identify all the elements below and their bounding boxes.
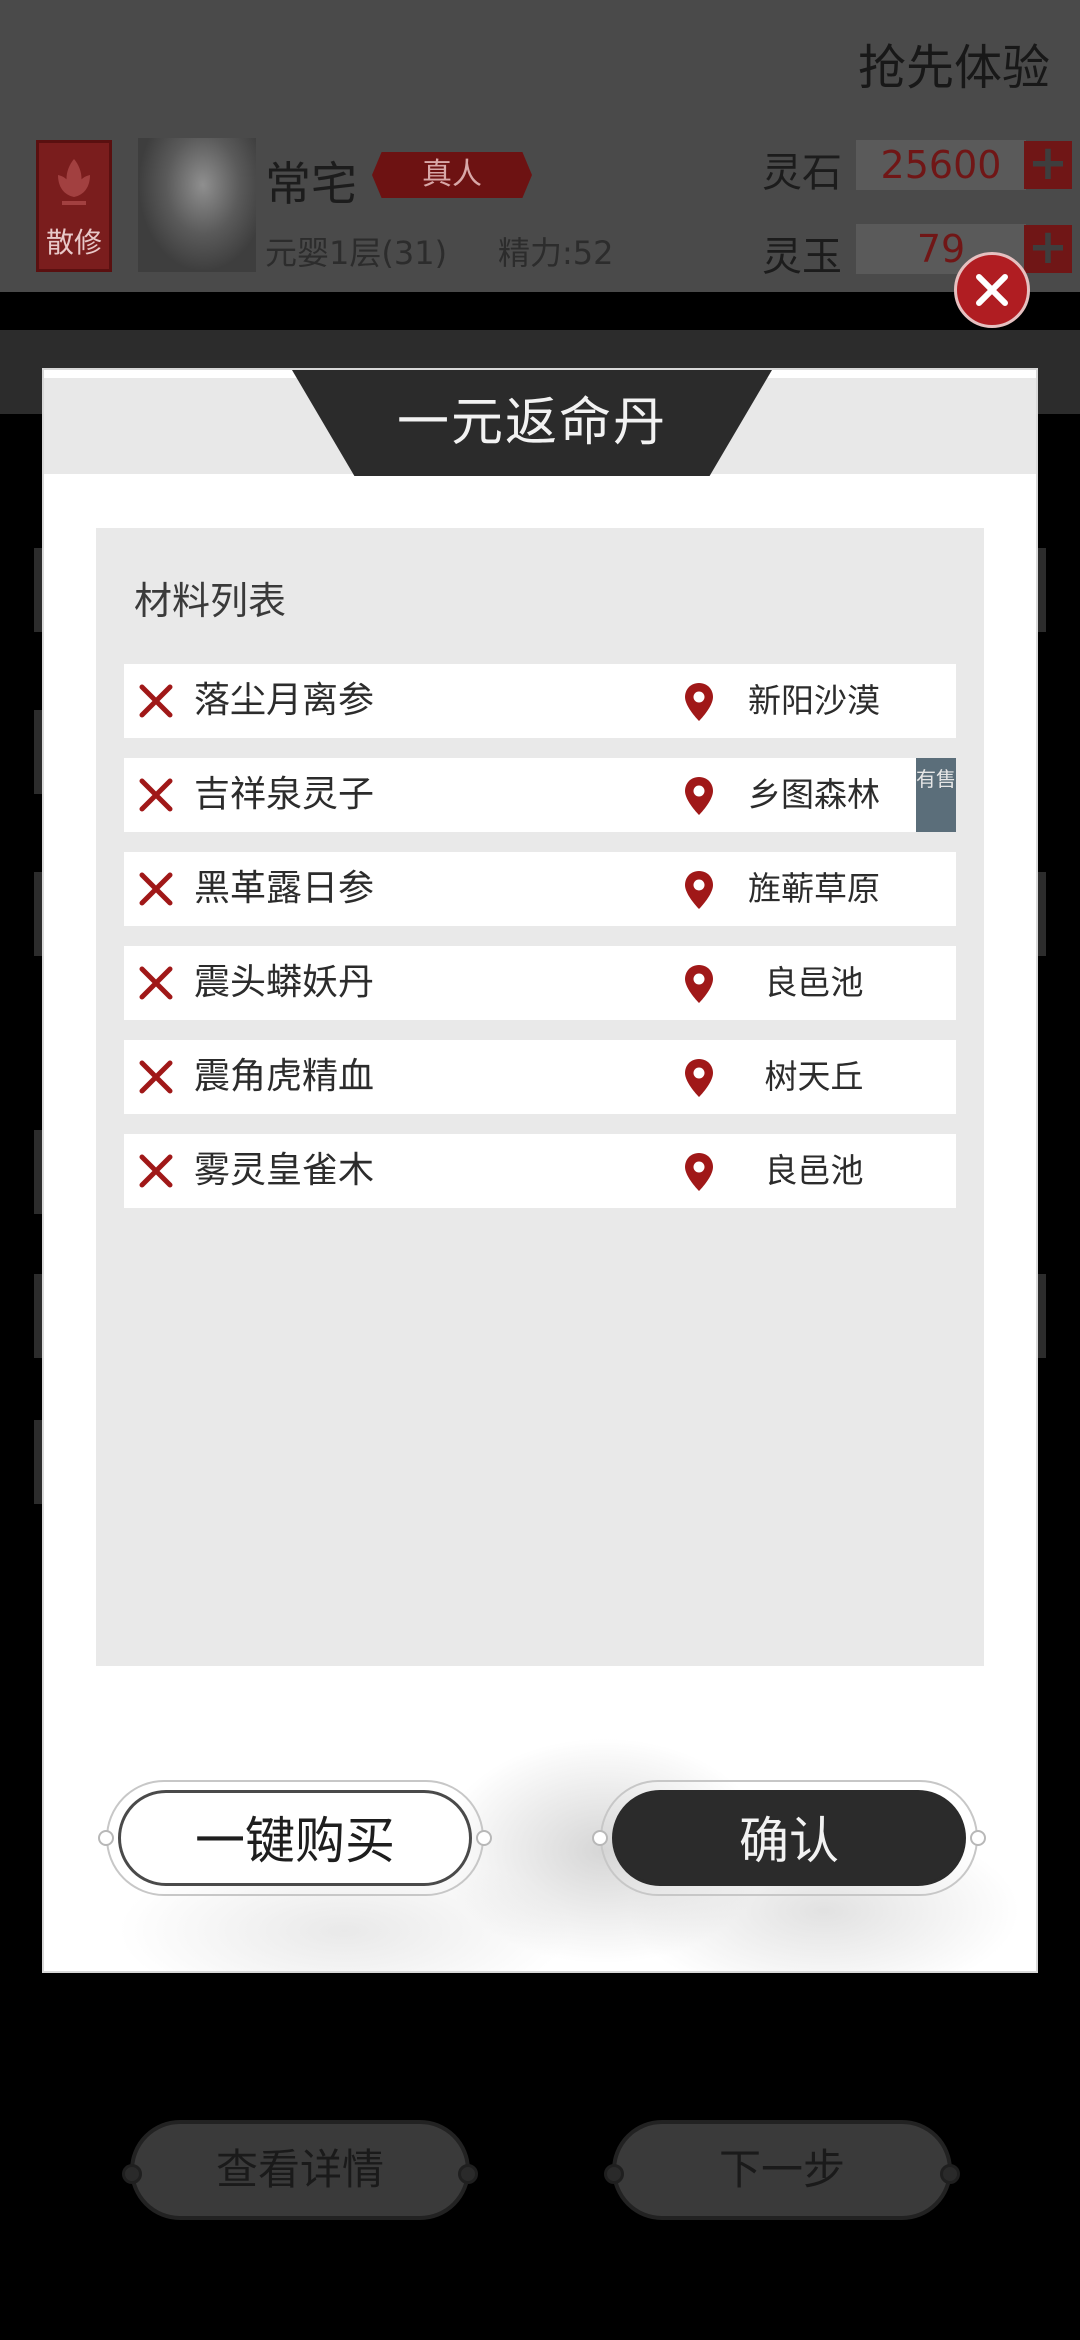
missing-x-icon	[139, 966, 173, 1000]
location-pin-icon	[685, 965, 713, 1003]
view-details-button: 查看详情	[122, 2120, 478, 2220]
energy-value: 精力:52	[498, 234, 614, 272]
player-tag: 真人	[372, 152, 532, 198]
material-location[interactable]: 树天丘	[724, 1040, 904, 1114]
buy-all-button[interactable]: 一键购买	[118, 1790, 472, 1886]
missing-x-icon	[139, 778, 173, 812]
material-location[interactable]: 旌蕲草原	[724, 852, 904, 926]
buy-all-button-frame: 一键购买	[98, 1780, 492, 1896]
material-row[interactable]: 黑革露日参 旌蕲草原	[124, 852, 956, 926]
location-pin-icon	[685, 777, 713, 815]
location-pin-icon	[685, 1153, 713, 1191]
material-row[interactable]: 震头蟒妖丹 良邑池	[124, 946, 956, 1020]
next-step-button: 下一步	[604, 2120, 960, 2220]
material-location[interactable]: 乡图森林	[724, 758, 904, 832]
lotus-icon	[58, 159, 90, 205]
material-name: 震角虎精血	[194, 1056, 375, 1097]
spirit-jade-label: 灵玉	[762, 234, 842, 280]
cultivation-realm: 元婴1层(31)	[265, 234, 448, 272]
role-badge: 散修	[36, 140, 112, 272]
location-pin-icon	[685, 683, 713, 721]
location-pin-icon	[685, 871, 713, 909]
missing-x-icon	[139, 1060, 173, 1094]
modal-title: 一元返命丹	[292, 370, 772, 476]
material-name: 吉祥泉灵子	[194, 774, 375, 815]
close-icon	[976, 274, 1008, 306]
material-row[interactable]: 落尘月离参 新阳沙漠	[124, 664, 956, 738]
material-name: 雾灵皇雀木	[194, 1150, 375, 1191]
material-name: 黑革露日参	[194, 868, 375, 909]
material-location[interactable]: 良邑池	[724, 1134, 904, 1208]
add-spirit-jade-button[interactable]: +	[1024, 223, 1072, 273]
confirm-button-frame: 确认	[592, 1780, 986, 1896]
spirit-stone-label: 灵石	[762, 150, 842, 196]
material-row[interactable]: 吉祥泉灵子 乡图森林 有售	[124, 758, 956, 832]
confirm-button[interactable]: 确认	[612, 1790, 966, 1886]
avatar[interactable]	[138, 138, 256, 272]
material-location[interactable]: 新阳沙漠	[724, 664, 904, 738]
player-name: 常宅	[265, 157, 357, 211]
material-row[interactable]: 雾灵皇雀木 良邑池	[124, 1134, 956, 1208]
close-button[interactable]	[954, 252, 1030, 328]
materials-list-title: 材料列表	[134, 579, 287, 623]
early-access-label[interactable]: 抢先体验	[858, 28, 1050, 98]
role-badge-label: 散修	[45, 226, 102, 259]
location-pin-icon	[685, 1059, 713, 1097]
missing-x-icon	[139, 684, 173, 718]
missing-x-icon	[139, 1154, 173, 1188]
recipe-modal: 一元返命丹 材料列表 落尘月离参 新阳沙漠 吉祥泉灵子 乡图森林 有售 黑革露日…	[42, 368, 1038, 1973]
missing-x-icon	[139, 872, 173, 906]
spirit-stone-value: 25600	[856, 140, 1026, 190]
add-spirit-stone-button[interactable]: +	[1024, 139, 1072, 189]
material-name: 落尘月离参	[194, 680, 375, 721]
top-bar: 抢先体验 散修 常宅 真人 元婴1层(31) 精力:52 灵石 25600 + …	[0, 0, 1080, 292]
materials-panel: 材料列表 落尘月离参 新阳沙漠 吉祥泉灵子 乡图森林 有售 黑革露日参 旌蕲草原…	[96, 528, 984, 1666]
for-sale-badge[interactable]: 有售	[916, 758, 956, 832]
material-location[interactable]: 良邑池	[724, 946, 904, 1020]
material-name: 震头蟒妖丹	[194, 962, 375, 1003]
material-row[interactable]: 震角虎精血 树天丘	[124, 1040, 956, 1114]
